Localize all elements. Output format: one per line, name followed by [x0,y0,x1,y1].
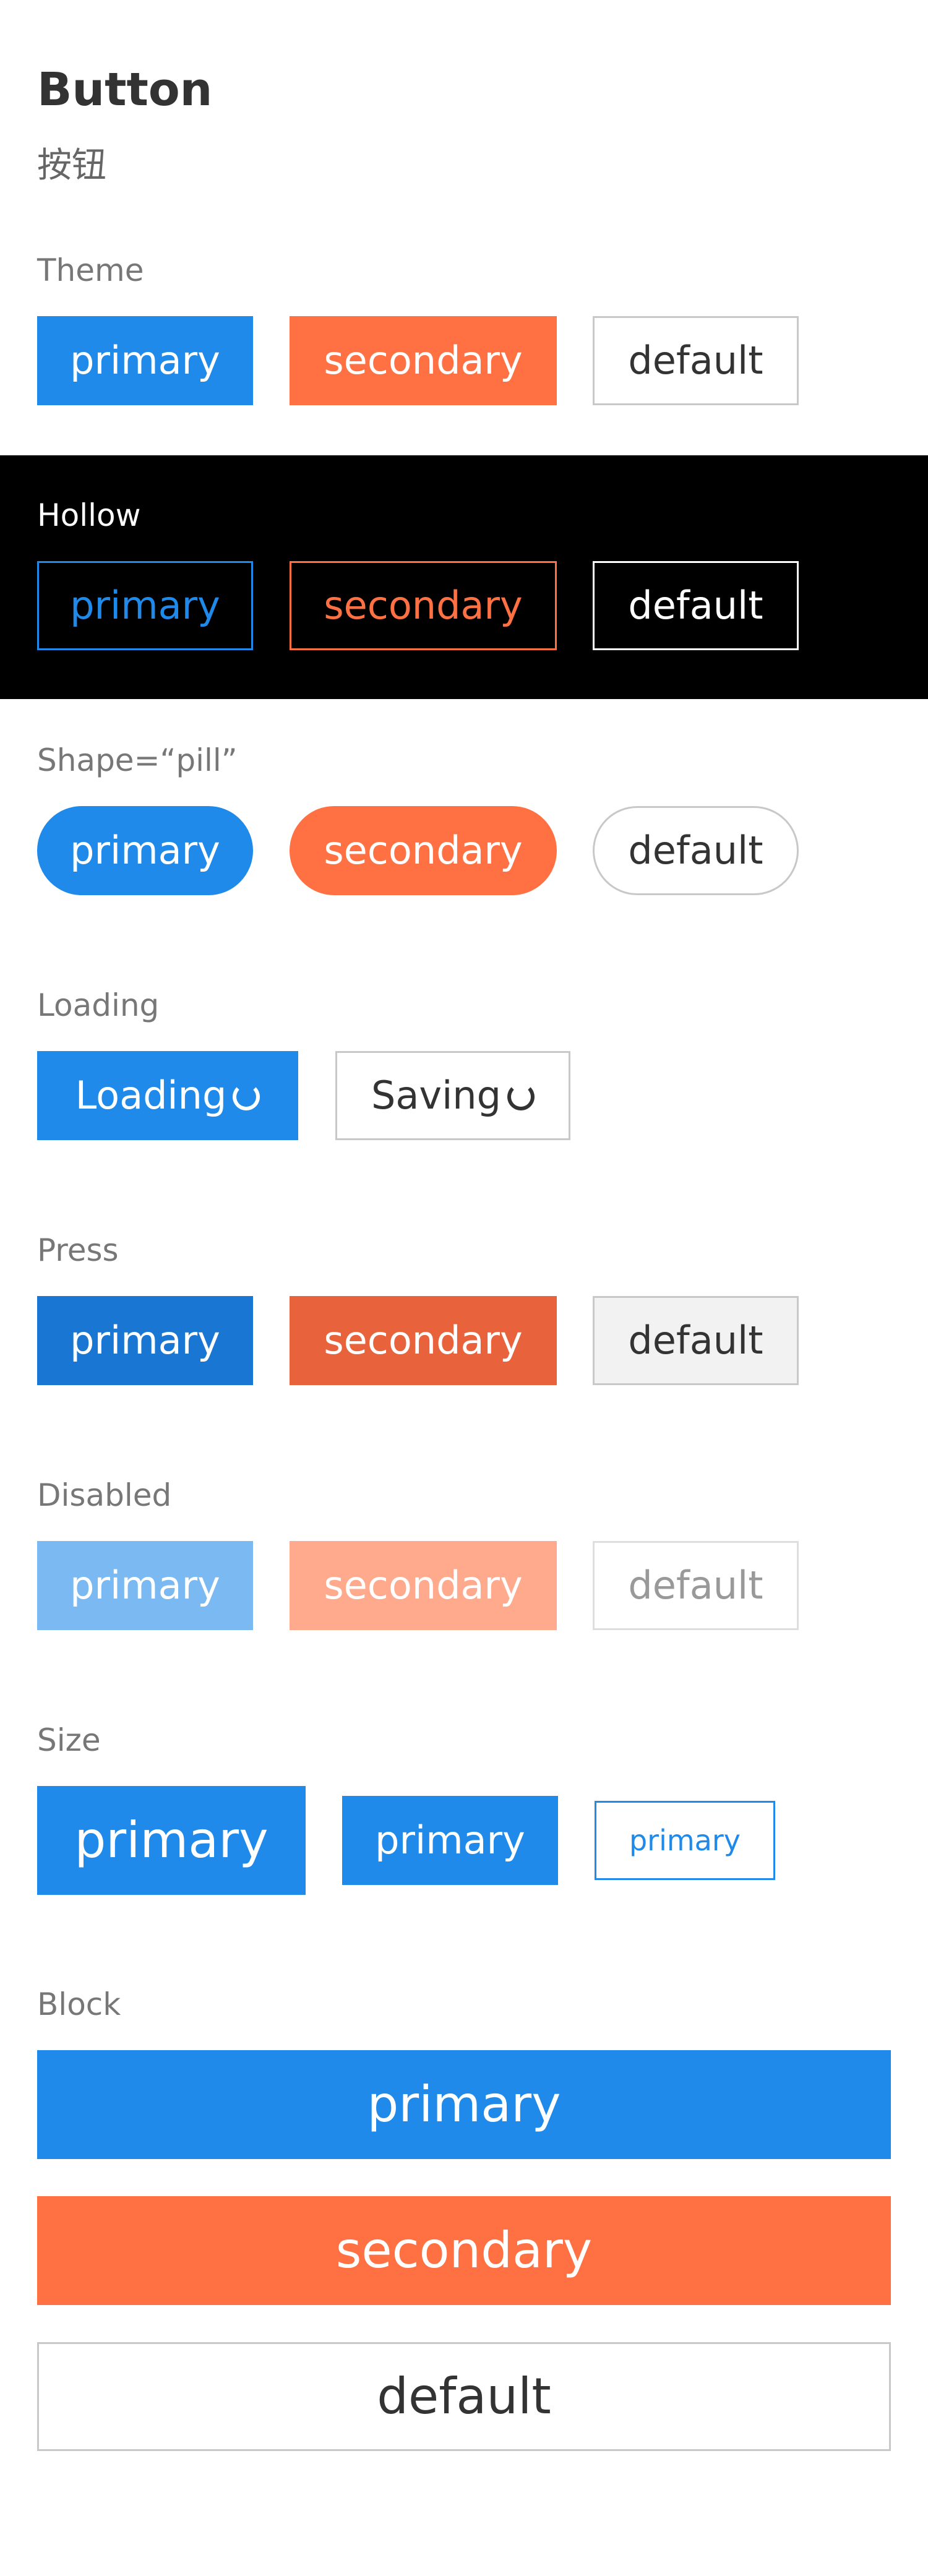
theme-primary-button[interactable]: primary [37,316,253,405]
loading-button[interactable]: Loading [37,1051,298,1140]
loading-button-label: Loading [75,1073,227,1118]
saving-button[interactable]: Saving [335,1051,570,1140]
block-default-button[interactable]: default [37,2342,891,2451]
hollow-primary-button[interactable]: primary [37,561,253,650]
section-label-press: Press [37,1232,119,1268]
disabled-primary-button: primary [37,1541,253,1630]
section-label-loading: Loading [37,987,160,1023]
section-label-size: Size [37,1722,101,1758]
section-label-theme: Theme [37,252,144,288]
size-medium-primary-button[interactable]: primary [342,1796,558,1885]
press-default-button[interactable]: default [593,1296,799,1385]
disabled-default-button: default [593,1541,799,1630]
section-label-hollow: Hollow [37,497,141,533]
section-label-shape: Shape=“pill” [37,742,238,778]
pill-secondary-button[interactable]: secondary [290,806,557,895]
theme-secondary-button[interactable]: secondary [290,316,557,405]
page-subtitle: 按钮 [37,145,106,186]
press-primary-button[interactable]: primary [37,1296,253,1385]
pill-default-button[interactable]: default [593,806,799,895]
spinner-icon [233,1083,260,1110]
section-label-block: Block [37,1986,121,2022]
disabled-secondary-button: secondary [290,1541,557,1630]
size-large-primary-button[interactable]: primary [37,1786,306,1895]
block-primary-button[interactable]: primary [37,2050,891,2159]
pill-primary-button[interactable]: primary [37,806,253,895]
press-secondary-button[interactable]: secondary [290,1296,557,1385]
saving-button-label: Saving [371,1073,501,1118]
size-small-primary-button[interactable]: primary [595,1801,775,1880]
block-secondary-button[interactable]: secondary [37,2196,891,2305]
hollow-default-button[interactable]: default [593,561,799,650]
theme-default-button[interactable]: default [593,316,799,405]
hollow-secondary-button[interactable]: secondary [290,561,557,650]
section-label-disabled: Disabled [37,1477,172,1513]
page-title: Button [37,63,213,116]
spinner-icon [507,1083,535,1110]
